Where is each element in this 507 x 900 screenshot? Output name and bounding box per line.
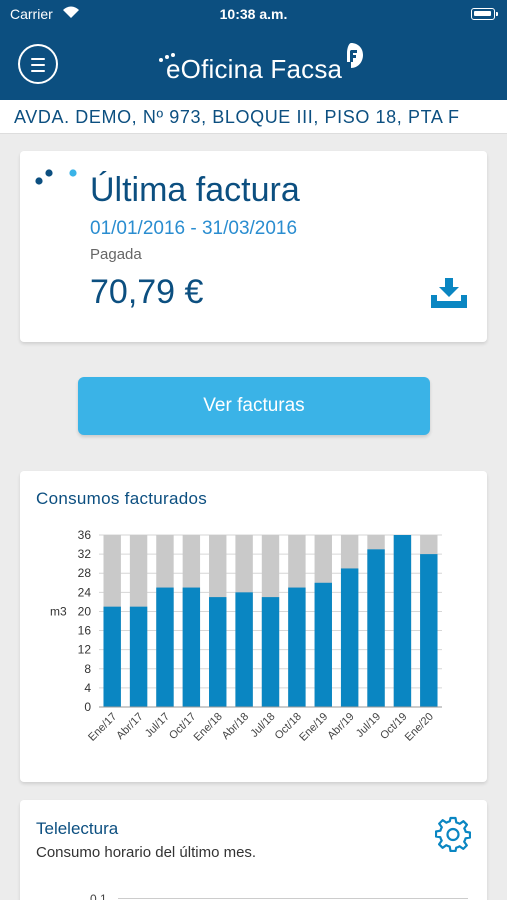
x-tick-label: Ene/18: [192, 711, 225, 744]
y-tick-label: 12: [78, 643, 92, 657]
telelectura-subtitle: Consumo horario del último mes.: [36, 844, 257, 861]
hamburger-line: [31, 64, 45, 66]
y-tick-label: 32: [78, 547, 92, 561]
x-tick-label: Abr/17: [114, 711, 145, 742]
invoice-status: Pagada: [90, 246, 142, 263]
app-name: eOficina Facsa: [166, 54, 343, 84]
consumption-chart-card: Consumos facturados 0 4 8 12 16 20 24 28 32 36 m3 E…: [20, 471, 487, 782]
telelectura-card: Telelectura Consumo horario del último m…: [20, 800, 487, 900]
supply-address: AVDA. DEMO, Nº 973, BLOQUE III, PISO 18,…: [14, 107, 460, 127]
y-tick-label: 28: [78, 566, 92, 580]
app-header: eOficina Facsa: [0, 28, 507, 100]
last-invoice-card[interactable]: Última factura 01/01/2016 - 31/03/2016 P…: [20, 151, 487, 342]
y-tick-label: 16: [78, 624, 92, 638]
download-icon[interactable]: [429, 276, 469, 310]
telelectura-y-tick: 0,1: [90, 892, 107, 900]
bar: [314, 582, 332, 707]
battery-tip: [496, 12, 498, 16]
x-tick-label: Ene/20: [403, 711, 436, 744]
y-tick-label: 4: [84, 681, 91, 695]
x-tick-label: Ene/17: [86, 711, 119, 744]
menu-button[interactable]: [18, 44, 58, 84]
battery-icon: [471, 8, 495, 20]
bar: [261, 597, 280, 707]
bar: [129, 606, 148, 707]
invoice-amount: 70,79 €: [90, 273, 204, 311]
app-logo: eOficina Facsa: [158, 42, 368, 88]
bar: [156, 587, 174, 707]
y-tick-label: 24: [78, 585, 92, 599]
invoice-title: Última factura: [90, 171, 300, 209]
bar: [288, 587, 306, 707]
ver-facturas-button[interactable]: Ver facturas: [78, 377, 430, 435]
telelectura-title: Telelectura: [36, 819, 119, 838]
x-tick-label: Abr/18: [220, 711, 251, 742]
bar: [420, 554, 438, 707]
x-tick-label: Ene/19: [297, 711, 330, 744]
telelectura-gridline: [118, 898, 468, 899]
x-tick-label: Abr/19: [325, 711, 356, 742]
y-tick-label: 0: [84, 700, 91, 714]
brand-dots-icon: [35, 169, 77, 185]
y-tick-label: 8: [84, 662, 91, 676]
clock: 10:38 a.m.: [219, 6, 288, 22]
bar: [340, 568, 359, 707]
hamburger-line: [31, 70, 45, 72]
invoice-period: 01/01/2016 - 31/03/2016: [90, 218, 298, 239]
y-tick-label: 36: [78, 528, 92, 542]
bar: [209, 597, 227, 707]
y-tick-label: 20: [78, 604, 92, 618]
y-axis-label: m3: [50, 604, 67, 618]
hamburger-line: [31, 58, 45, 60]
status-bar: Carrier 10:38 a.m.: [0, 0, 507, 28]
gear-icon[interactable]: [435, 816, 471, 852]
bar: [367, 549, 385, 707]
supply-address-bar[interactable]: AVDA. DEMO, Nº 973, BLOQUE III, PISO 18,…: [0, 100, 507, 134]
bar: [182, 587, 201, 707]
bar: [393, 535, 412, 707]
consumption-bar-chart: 04812162024283236m3Ene/17Abr/17Jul/17Oct…: [50, 528, 442, 744]
bar: [103, 606, 121, 707]
bar: [235, 592, 253, 707]
facsa-f-icon: [347, 43, 363, 68]
